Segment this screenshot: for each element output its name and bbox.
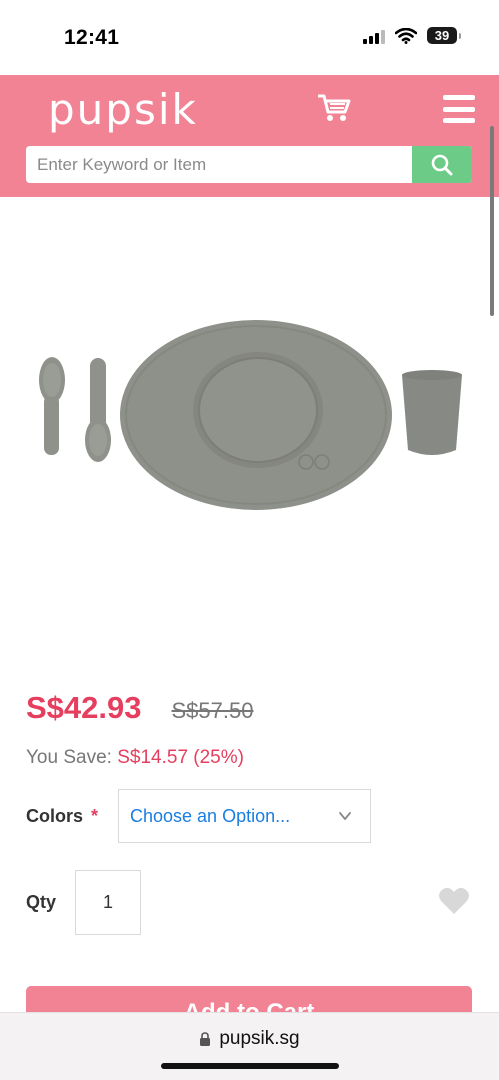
chevron-down-icon — [339, 812, 351, 820]
lock-icon — [200, 1032, 211, 1046]
cup — [402, 370, 462, 455]
colors-select[interactable]: Choose an Option... — [118, 789, 371, 843]
price-old: S$57.50 — [171, 698, 254, 723]
wifi-icon — [395, 27, 417, 44]
spoon-right — [85, 358, 111, 462]
search-button[interactable] — [412, 146, 472, 183]
search-input[interactable] — [26, 146, 412, 183]
qty-input[interactable] — [75, 870, 141, 935]
battery-icon: 39 — [427, 27, 461, 44]
browser-url-bar[interactable]: pupsik.sg — [0, 1012, 499, 1080]
product-image — [39, 320, 462, 510]
colors-label: Colors — [26, 806, 84, 826]
required-mark: * — [91, 806, 99, 826]
status-icons: 39 — [363, 27, 461, 44]
url-text[interactable]: pupsik.sg — [219, 1028, 299, 1050]
site-logo[interactable]: pupsik — [48, 85, 198, 134]
colors-select-value: Choose an Option... — [130, 805, 291, 826]
scrollbar[interactable] — [490, 126, 494, 316]
site-header: pupsik — [0, 75, 499, 197]
heart-icon[interactable] — [438, 886, 470, 916]
search-icon — [431, 154, 453, 175]
spoon-left — [39, 357, 65, 455]
price-row: S$42.93 S$57.50 — [26, 690, 253, 726]
status-bar: 12:41 39 — [0, 0, 499, 75]
search-bar — [26, 146, 472, 183]
savings-label: You Save: — [26, 747, 112, 768]
price-current: S$42.93 — [26, 690, 142, 725]
home-indicator[interactable] — [161, 1063, 339, 1069]
savings-amount: S$14.57 (25%) — [117, 747, 244, 768]
cart-icon[interactable] — [318, 93, 352, 123]
savings-text: You Save: S$14.57 (25%) — [26, 747, 244, 769]
signal-icon — [363, 28, 385, 44]
menu-icon[interactable] — [443, 93, 475, 125]
qty-label: Qty — [26, 892, 57, 912]
placemat — [120, 320, 392, 510]
status-time: 12:41 — [64, 26, 120, 49]
